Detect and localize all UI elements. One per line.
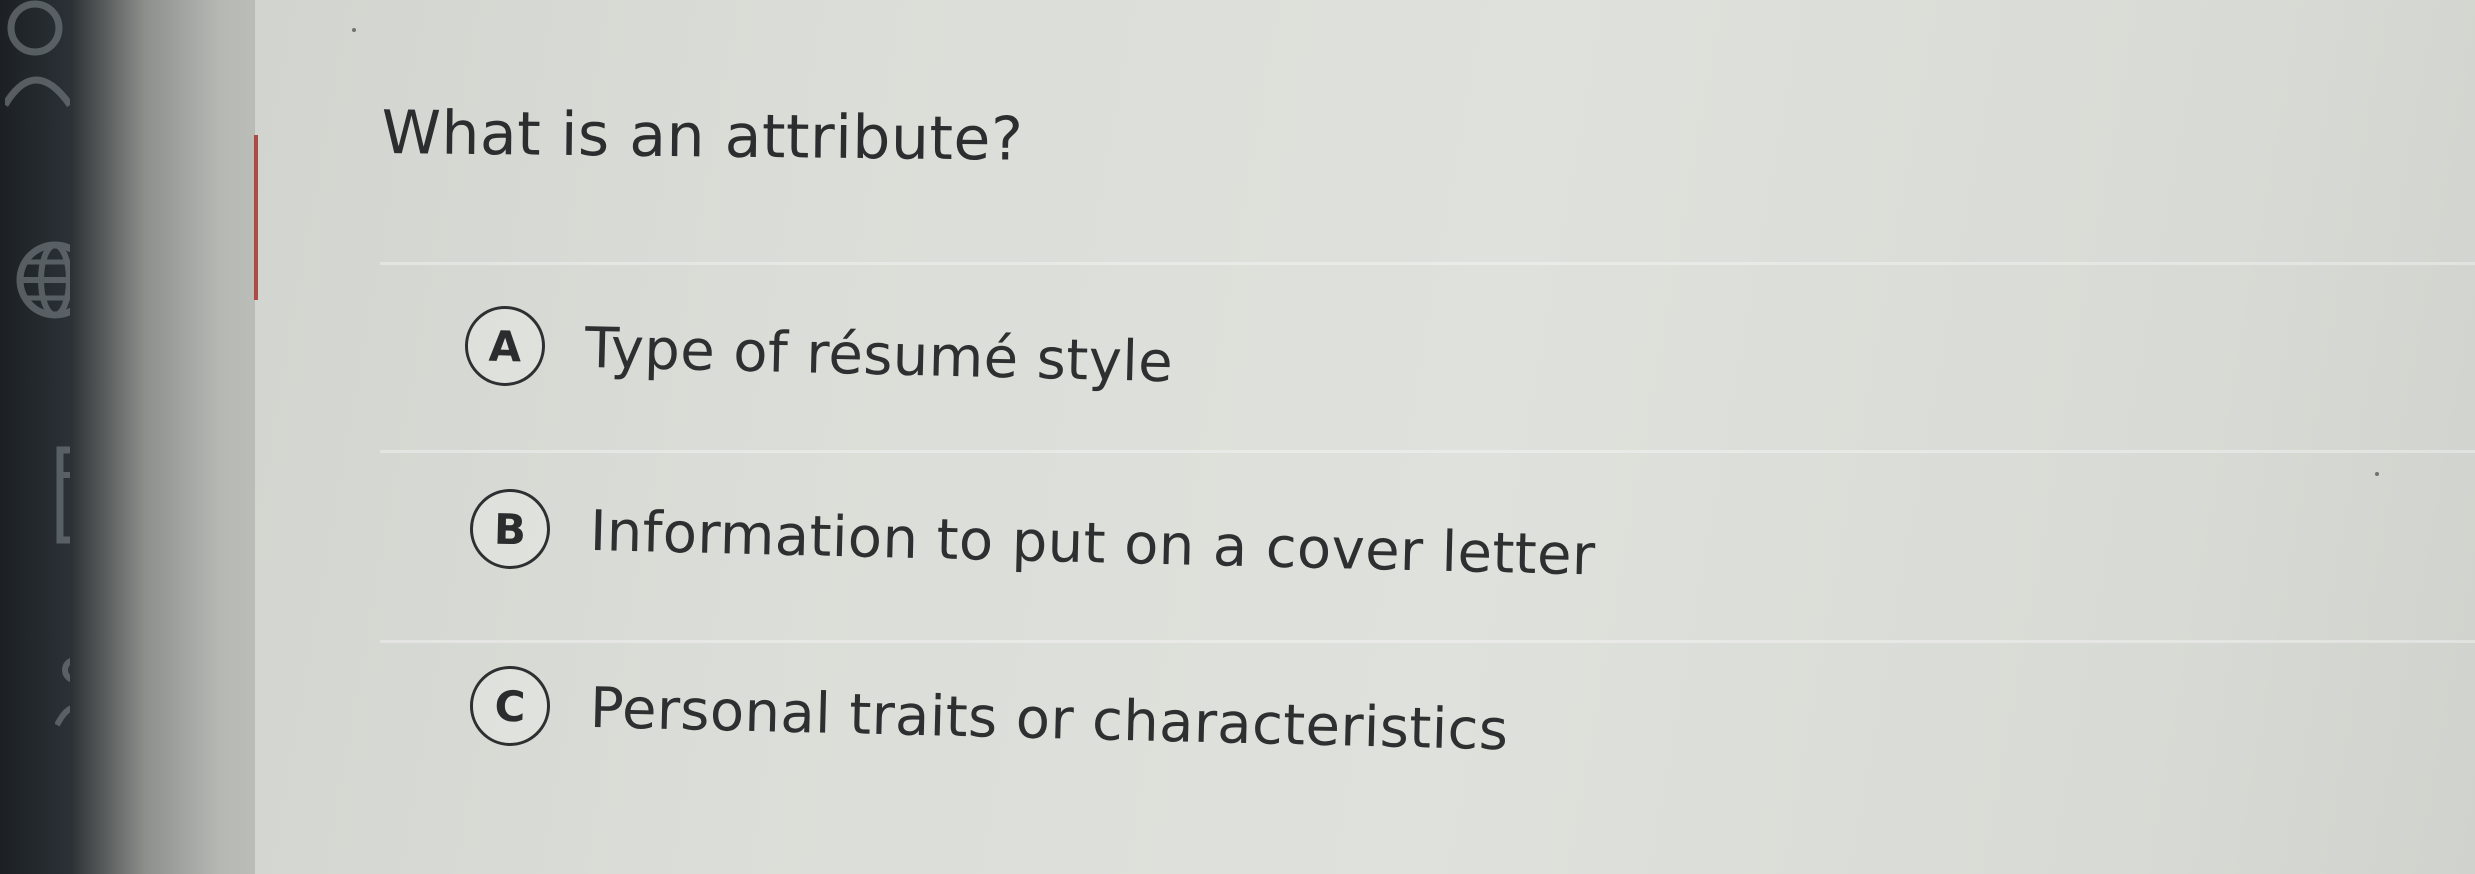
option-a-letter[interactable]: A: [464, 305, 546, 387]
screen-photo: What is an attribute? A Type of résumé s…: [0, 0, 2475, 874]
active-indicator: [254, 135, 258, 300]
option-b-letter[interactable]: B: [469, 488, 551, 570]
screen-band: [380, 262, 2475, 265]
option-a-text[interactable]: Type of résumé style: [584, 315, 1174, 394]
dust-speck: [2375, 472, 2379, 476]
dust-speck: [352, 28, 356, 32]
option-b-text[interactable]: Information to put on a cover letter: [589, 498, 1596, 588]
user-icon[interactable]: [1, 0, 75, 114]
screen-band: [380, 640, 2475, 643]
screen-band: [380, 450, 2475, 453]
question-text: What is an attribute?: [381, 98, 1024, 175]
option-c-text[interactable]: Personal traits or characteristics: [589, 675, 1509, 762]
option-c-letter[interactable]: C: [469, 665, 551, 747]
